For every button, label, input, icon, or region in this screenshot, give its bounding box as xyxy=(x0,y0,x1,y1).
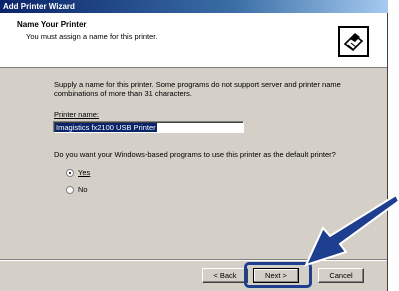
cancel-button[interactable]: Cancel xyxy=(318,268,364,283)
radio-no-circle[interactable] xyxy=(66,185,74,194)
window-title: Add Printer Wizard xyxy=(3,2,75,11)
back-button[interactable]: < Back xyxy=(202,268,248,283)
printer-name-value: Imagistics fx2100 USB Printer xyxy=(55,123,157,132)
radio-no-label: No xyxy=(78,185,88,194)
default-printer-question: Do you want your Windows-based programs … xyxy=(54,150,336,159)
printer-name-input[interactable]: Imagistics fx2100 USB Printer xyxy=(53,121,244,133)
intro-text: Supply a name for this printer. Some pro… xyxy=(54,80,354,98)
wizard-header: Name Your Printer You must assign a name… xyxy=(0,13,387,68)
printer-icon xyxy=(338,26,369,57)
radio-no[interactable]: No xyxy=(66,185,88,194)
radio-yes-label: Yes xyxy=(78,168,91,177)
printer-name-label: Printer name: xyxy=(54,110,100,119)
header-subtitle: You must assign a name for this printer. xyxy=(26,32,158,41)
radio-yes-circle[interactable] xyxy=(66,168,74,177)
intro-line-2: combinations of more than 31 characters. xyxy=(54,89,192,98)
intro-line-1: Supply a name for this printer. Some pro… xyxy=(54,80,341,89)
radio-yes[interactable]: Yes xyxy=(66,168,90,177)
pointer-arrow-icon xyxy=(304,195,399,267)
header-title: Name Your Printer xyxy=(17,20,87,29)
window-title-bar[interactable]: Add Printer Wizard xyxy=(0,0,388,13)
